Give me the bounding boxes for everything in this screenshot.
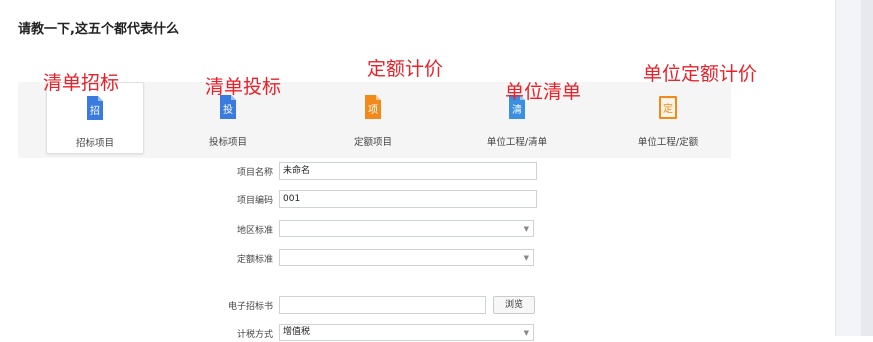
project-code-input[interactable]: 001 xyxy=(279,190,537,208)
quota-standard-select[interactable]: ▼ xyxy=(279,249,534,266)
quota-project-button[interactable]: 项 定额项目 xyxy=(325,82,421,152)
project-name-label: 项目名称 xyxy=(236,168,273,178)
tax-method-select[interactable]: 增值税 ▼ xyxy=(279,324,534,341)
annotation-unit-quota-pricing: 单位定额计价 xyxy=(643,63,758,85)
chevron-down-icon: ▼ xyxy=(523,225,529,233)
scrollbar[interactable] xyxy=(861,0,873,336)
tax-method-label: 计税方式 xyxy=(236,330,273,340)
chevron-down-icon: ▼ xyxy=(523,329,529,337)
bid-doc-icon-glyph: 投 xyxy=(223,103,233,116)
tender-file-label: 电子招标书 xyxy=(227,302,273,312)
unit-list-icon-glyph: 清 xyxy=(512,103,522,116)
project-code-row: 项目编码 xyxy=(190,190,273,208)
region-row: 地区标准 xyxy=(190,220,273,238)
project-name-input[interactable]: 未命名 xyxy=(279,162,537,180)
quota-project-icon: 项 xyxy=(363,94,383,120)
unit-list-label: 单位工程/清单 xyxy=(486,137,548,148)
annotation-list-tender: 清单招标 xyxy=(43,72,120,94)
bid-project-label: 投标项目 xyxy=(208,137,247,148)
tender-file-input[interactable] xyxy=(279,296,486,314)
browse-button[interactable]: 浏览 xyxy=(493,296,535,314)
quota-project-icon-glyph: 项 xyxy=(368,104,378,116)
project-code-label: 项目编码 xyxy=(236,196,273,206)
quota-standard-label: 定额标准 xyxy=(236,255,273,265)
quota-standard-row: 定额标准 xyxy=(190,249,273,267)
post-question: 请教一下,这五个都代表什么 xyxy=(18,22,179,37)
tender-doc-icon-glyph: 招 xyxy=(90,104,100,117)
tender-file-row: 电子招标书 xyxy=(190,296,273,314)
unit-quota-button[interactable]: 定 单位工程/定额 xyxy=(620,82,716,152)
right-gutter xyxy=(835,0,873,336)
tax-method-row: 计税方式 xyxy=(190,324,273,342)
project-name-row: 项目名称 xyxy=(190,162,273,180)
unit-quota-icon: 定 xyxy=(658,94,678,120)
annotation-unit-list: 单位清单 xyxy=(505,81,582,103)
unit-quota-label: 单位工程/定额 xyxy=(637,137,699,148)
quota-project-label: 定额项目 xyxy=(353,137,392,148)
tender-doc-icon: 招 xyxy=(85,95,105,121)
tender-project-label: 招标项目 xyxy=(75,138,114,149)
unit-quota-icon-glyph: 定 xyxy=(663,102,673,115)
region-label: 地区标准 xyxy=(236,226,273,236)
annotation-list-bid: 清单投标 xyxy=(205,76,282,98)
annotation-quota-pricing: 定额计价 xyxy=(367,58,444,80)
region-select[interactable]: ▼ xyxy=(279,220,534,237)
chevron-down-icon: ▼ xyxy=(523,254,529,262)
project-type-toolbar: 招 招标项目 投 投标项目 项 定额项目 清 单位工程/清单 定 单位工程/定额 xyxy=(18,82,731,158)
